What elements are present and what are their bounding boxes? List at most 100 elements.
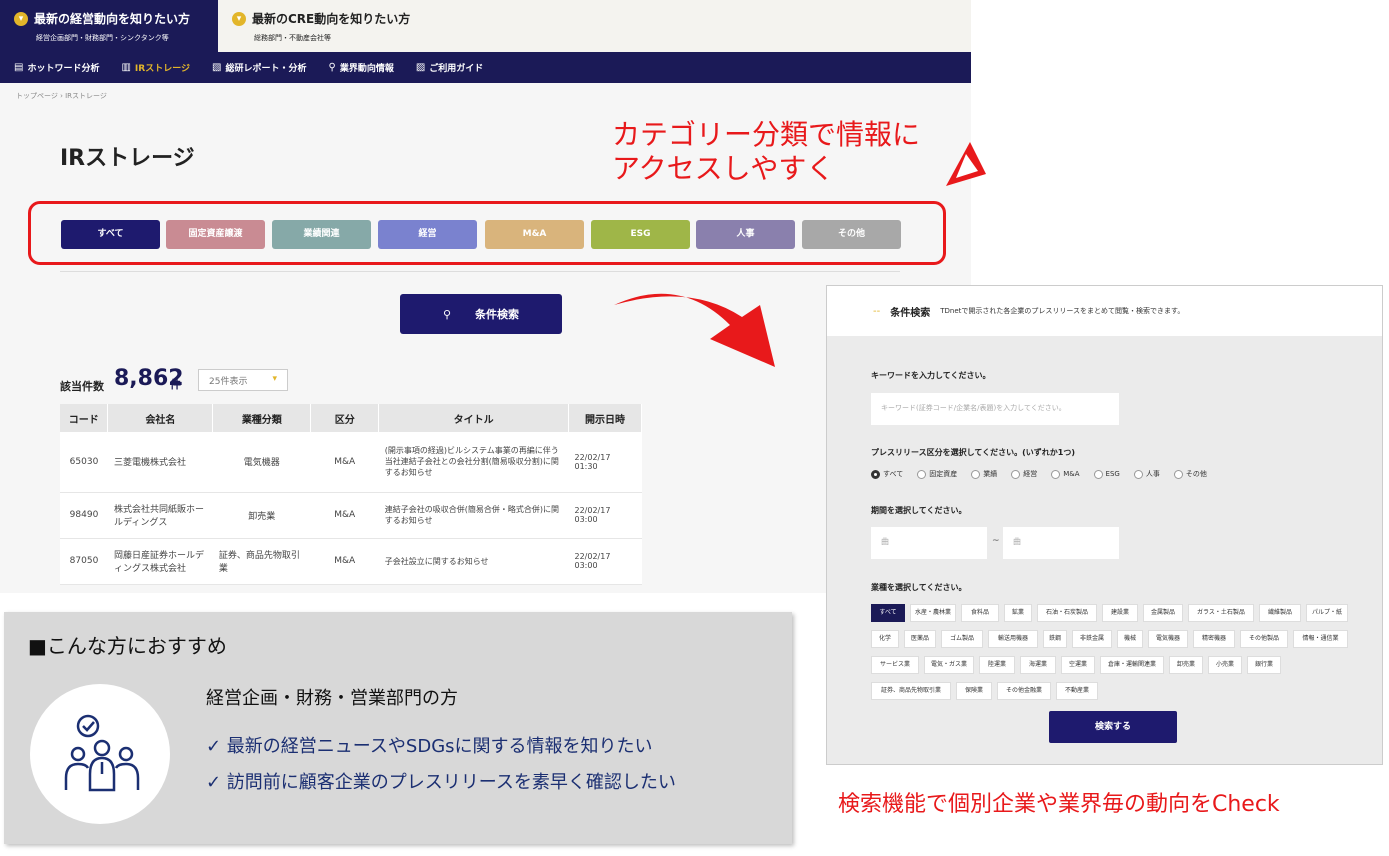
col-industry: 業種分類 bbox=[212, 404, 312, 432]
industry-chip[interactable]: 金属製品 bbox=[1143, 604, 1183, 622]
industry-chip[interactable]: 情報・通信業 bbox=[1293, 630, 1348, 648]
callout-search: 検索機能で個別企業や業界毎の動向をCheck bbox=[838, 792, 1280, 817]
nav-hot-word[interactable]: ▤ ホットワード分析 bbox=[14, 61, 99, 74]
nav-report[interactable]: ▧ 総研レポート・分析 bbox=[212, 61, 306, 74]
industry-chip[interactable]: 建設業 bbox=[1102, 604, 1138, 622]
industry-chip[interactable]: 非鉄金属 bbox=[1072, 630, 1112, 648]
date-from-input[interactable]: 曲 bbox=[871, 527, 987, 559]
calendar-icon: 曲 bbox=[1013, 537, 1021, 546]
cell-industry: 電気機器 bbox=[212, 432, 311, 493]
recommend-item: ✓ 最新の経営ニュースやSDGsに関する情報を知りたい bbox=[206, 736, 653, 757]
chevron-down-icon: ▾ bbox=[14, 11, 28, 26]
table-row[interactable]: 65030 三菱電機株式会社 電気機器 M&A (開示事項の経過)ビルシステム事… bbox=[60, 432, 642, 493]
keyword-input[interactable]: キーワード(証券コード/企業名/表題)を入力してください。 bbox=[871, 393, 1119, 425]
industry-chip[interactable]: パルプ・紙 bbox=[1306, 604, 1348, 622]
table-row[interactable]: 87050 岡藤日産証券ホールディングス株式会社 証券、商品先物取引業 M&A … bbox=[60, 538, 642, 585]
nav-industry[interactable]: ⚲ 業界動向情報 bbox=[329, 61, 394, 74]
category-hr[interactable]: 人事 bbox=[696, 220, 795, 249]
industry-chip[interactable]: 証券、商品先物取引業 bbox=[871, 682, 951, 700]
recommend-title: ■こんな方におすすめ bbox=[28, 634, 227, 658]
industry-chip[interactable]: 不動産業 bbox=[1056, 682, 1098, 700]
category-all[interactable]: すべて bbox=[61, 220, 160, 249]
report-icon: ▧ bbox=[212, 62, 222, 73]
nav-ir-storage[interactable]: ▥ IRストレージ bbox=[121, 61, 190, 74]
industry-chip[interactable]: ガラス・土石製品 bbox=[1188, 604, 1254, 622]
industry-chip[interactable]: 倉庫・運輸関連業 bbox=[1100, 656, 1164, 674]
category-performance[interactable]: 業績関連 bbox=[272, 220, 371, 249]
radio-fixed-asset[interactable]: 固定資産 bbox=[917, 469, 957, 479]
industry-chip[interactable]: 保険業 bbox=[956, 682, 992, 700]
industry-chip[interactable]: 石油・石炭製品 bbox=[1037, 604, 1097, 622]
radio-other[interactable]: その他 bbox=[1173, 469, 1207, 479]
per-page-select[interactable]: 25件表示 ▾ bbox=[198, 369, 288, 391]
cell-title[interactable]: 連結子会社の吸収合併(簡易合併・略式合併)に関するお知らせ bbox=[378, 492, 569, 539]
industry-chip[interactable]: 水産・農林業 bbox=[910, 604, 956, 622]
category-other[interactable]: その他 bbox=[802, 220, 901, 249]
radio-label: 人事 bbox=[1145, 470, 1160, 478]
industry-chip[interactable]: 空運業 bbox=[1061, 656, 1095, 674]
date-to-input[interactable]: 曲 bbox=[1003, 527, 1119, 559]
radio-all[interactable]: すべて bbox=[871, 469, 903, 479]
breadcrumb[interactable]: トップページ › IRストレージ bbox=[16, 91, 107, 101]
industry-chip[interactable]: 海運業 bbox=[1020, 656, 1056, 674]
industry-chip[interactable]: 陸運業 bbox=[979, 656, 1015, 674]
radio-management[interactable]: 経営 bbox=[1011, 469, 1037, 479]
industry-chip[interactable]: 輸送用機器 bbox=[988, 630, 1038, 648]
cell-title[interactable]: (開示事項の経過)ビルシステム事業の再編に伴う当社連結子会社との会社分割(簡易吸… bbox=[378, 432, 569, 493]
industry-chip[interactable]: 電気・ガス業 bbox=[924, 656, 974, 674]
category-management[interactable]: 経営 bbox=[378, 220, 477, 249]
radio-performance[interactable]: 業績 bbox=[971, 469, 997, 479]
category-ma[interactable]: M&A bbox=[485, 220, 584, 249]
cell-type: M&A bbox=[310, 432, 379, 493]
radio-icon bbox=[1133, 469, 1143, 479]
tab-management[interactable]: ▾ 最新の経営動向を知りたい方 経営企画部門・財務部門・シンクタンク等 bbox=[0, 0, 218, 52]
recommend-subtitle: 経営企画・財務・営業部門の方 bbox=[206, 688, 458, 709]
nav-guide[interactable]: ▨ ご利用ガイド bbox=[416, 61, 483, 74]
cell-code: 87050 bbox=[60, 538, 108, 585]
radio-ma[interactable]: M&A bbox=[1051, 469, 1080, 479]
radio-hr[interactable]: 人事 bbox=[1133, 469, 1160, 479]
radio-label: M&A bbox=[1063, 470, 1080, 478]
industry-chip[interactable]: 小売業 bbox=[1208, 656, 1242, 674]
team-check-icon bbox=[64, 714, 140, 792]
col-title: タイトル bbox=[378, 404, 569, 432]
panel-description: TDnetで開示された各企業のプレスリリースをまとめて閲覧・検索できます。 bbox=[940, 307, 1185, 315]
industry-chip[interactable]: その他製品 bbox=[1240, 630, 1288, 648]
industry-chip[interactable]: 機械 bbox=[1117, 630, 1143, 648]
cell-title[interactable]: 子会社設立に関するお知らせ bbox=[378, 538, 569, 585]
industry-chip[interactable]: サービス業 bbox=[871, 656, 919, 674]
industry-chip[interactable]: 卸売業 bbox=[1169, 656, 1203, 674]
industry-chip[interactable]: 食料品 bbox=[961, 604, 999, 622]
callout-category: カテゴリー分類で情報に アクセスしやすく bbox=[612, 118, 920, 186]
radio-esg[interactable]: ESG bbox=[1093, 469, 1120, 479]
industry-chip[interactable]: その他金融業 bbox=[997, 682, 1051, 700]
category-fixed-asset[interactable]: 固定資産譲渡 bbox=[166, 220, 265, 249]
search-submit-button[interactable]: 検索する bbox=[1049, 711, 1177, 743]
industry-chip[interactable]: 精密機器 bbox=[1193, 630, 1235, 648]
industry-chip[interactable]: 鉄鋼 bbox=[1043, 630, 1067, 648]
recommend-item: ✓ 訪問前に顧客企業のプレスリリースを素早く確認したい bbox=[206, 772, 676, 793]
industry-chip[interactable]: 銀行業 bbox=[1247, 656, 1281, 674]
industry-chip[interactable]: 繊維製品 bbox=[1259, 604, 1301, 622]
col-date: 開示日時 bbox=[568, 404, 642, 432]
industry-chip[interactable]: 化学 bbox=[871, 630, 899, 648]
category-esg[interactable]: ESG bbox=[591, 220, 690, 249]
cell-company: 株式会社共同紙販ホールディングス bbox=[107, 492, 213, 539]
industry-chip[interactable]: ゴム製品 bbox=[941, 630, 983, 648]
button-label: 条件検索 bbox=[475, 308, 520, 321]
tab-subtitle: 総務部門・不動産会社等 bbox=[254, 34, 331, 42]
chevron-down-icon: ▾ bbox=[272, 374, 277, 384]
radio-checked-icon bbox=[871, 469, 880, 479]
tab-cre[interactable]: ▾ 最新のCRE動向を知りたい方 総務部門・不動産会社等 bbox=[218, 0, 518, 52]
tab-title: 最新のCRE動向を知りたい方 bbox=[252, 12, 411, 26]
industry-chip[interactable]: 電気機器 bbox=[1148, 630, 1188, 648]
radio-label: その他 bbox=[1185, 470, 1207, 478]
radio-label: 経営 bbox=[1023, 470, 1038, 478]
table-row[interactable]: 98490 株式会社共同紙販ホールディングス 卸売業 M&A 連結子会社の吸収合… bbox=[60, 492, 642, 539]
nav-label: ご利用ガイド bbox=[429, 64, 484, 74]
industry-chip[interactable]: 医薬品 bbox=[904, 630, 936, 648]
col-code: コード bbox=[60, 404, 109, 432]
industry-chip[interactable]: 鉱業 bbox=[1004, 604, 1032, 622]
industry-chip-all[interactable]: すべて bbox=[871, 604, 905, 622]
condition-search-button[interactable]: ⚲ 条件検索 bbox=[400, 294, 562, 334]
